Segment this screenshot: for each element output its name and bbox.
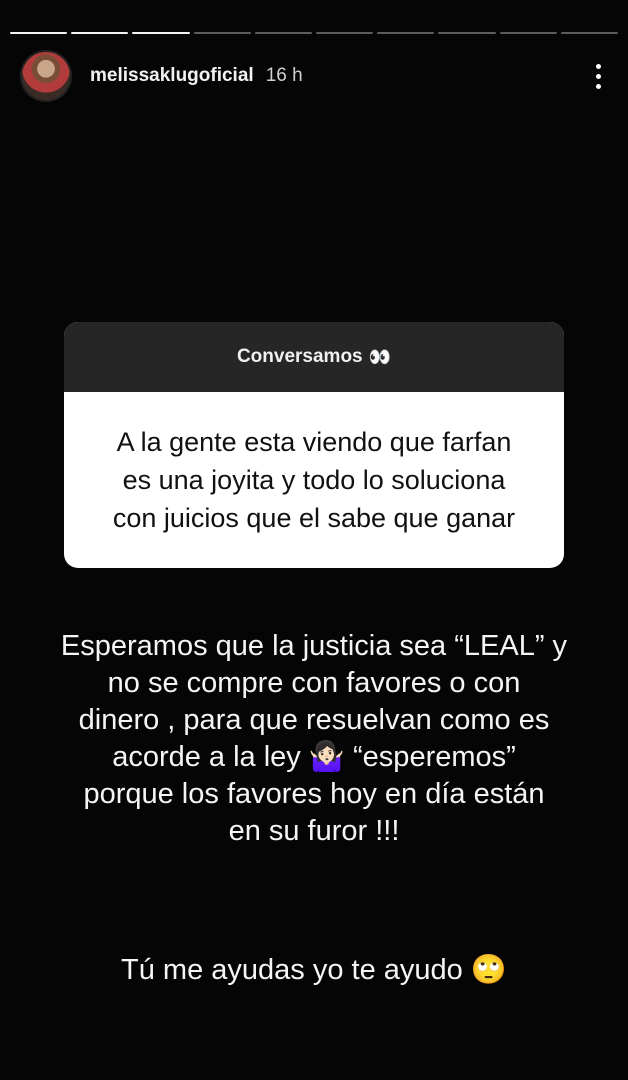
menu-dot bbox=[595, 63, 601, 69]
progress-segment bbox=[316, 32, 374, 34]
story-caption-secondary: Tú me ayudas yo te ayudo 🙄 bbox=[121, 954, 507, 986]
progress-segment bbox=[254, 32, 313, 34]
progress-segment bbox=[193, 32, 251, 34]
question-title: Conversamos bbox=[236, 346, 363, 367]
question-sticker-header: Conversamos 👀 bbox=[64, 322, 564, 392]
menu-dot bbox=[595, 83, 601, 89]
progress-segment bbox=[560, 32, 619, 34]
story-header: melissaklugoficial 16 h bbox=[20, 50, 608, 102]
story-caption: Esperamos que la justicia sea “LEAL” y n… bbox=[60, 630, 568, 847]
progress-segment bbox=[499, 32, 557, 34]
progress-segment bbox=[132, 32, 190, 34]
question-answer-text: A la gente esta viendo que farfan es una… bbox=[112, 427, 516, 533]
menu-dot bbox=[595, 73, 601, 79]
progress-segment bbox=[10, 32, 68, 34]
avatar[interactable] bbox=[20, 50, 72, 102]
eyes-emoji: 👀 bbox=[368, 346, 392, 367]
progress-segment bbox=[71, 32, 129, 34]
question-sticker[interactable]: Conversamos 👀 A la gente esta viendo que… bbox=[64, 322, 564, 568]
progress-segment bbox=[438, 32, 496, 34]
more-options-icon[interactable] bbox=[588, 59, 608, 93]
username[interactable]: melissaklugoficial bbox=[90, 65, 254, 87]
progress-segment bbox=[377, 32, 435, 34]
story-timestamp: 16 h bbox=[265, 65, 303, 86]
story-view[interactable]: melissaklugoficial 16 h Conversamos 👀 A … bbox=[0, 0, 628, 1080]
story-progress-bar bbox=[10, 32, 619, 34]
